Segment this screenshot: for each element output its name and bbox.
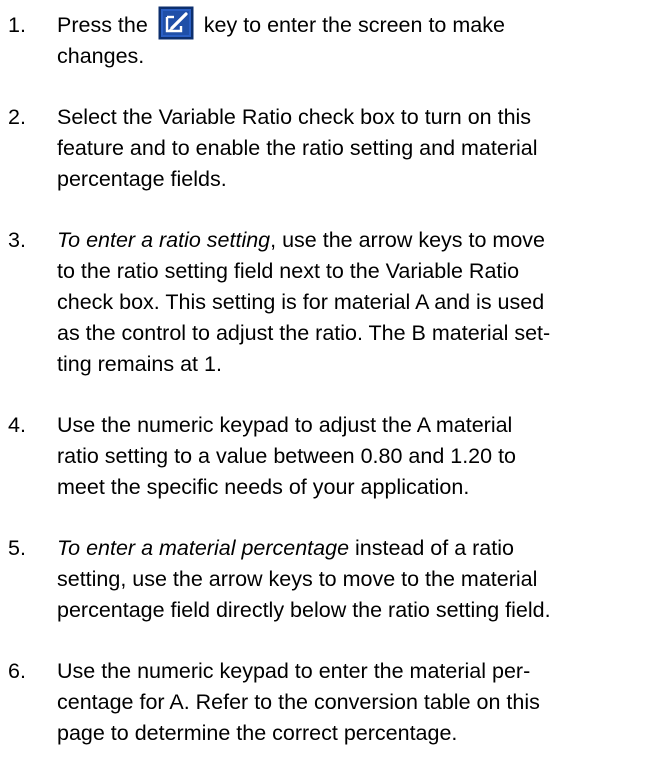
step-1-prefix: Press the bbox=[57, 13, 154, 37]
step-text: Use the numeric keypad to enter the mate… bbox=[57, 656, 657, 749]
step-number: 5. bbox=[8, 536, 26, 560]
step-line: page to determine the correct percentage… bbox=[57, 721, 458, 745]
step-lead-rest: , use the arrow keys to move bbox=[270, 228, 545, 252]
step-italic-lead: To enter a material percentage bbox=[57, 536, 350, 560]
step-line: setting, use the arrow keys to move to t… bbox=[57, 567, 538, 591]
step-text: Use the numeric keypad to adjust the A m… bbox=[57, 410, 657, 503]
step-line: ratio setting to a value between 0.80 an… bbox=[57, 444, 516, 468]
step-text: To enter a ratio setting, use the arrow … bbox=[57, 225, 657, 380]
edit-key-icon bbox=[158, 6, 194, 40]
step-line: ting remains at 1. bbox=[57, 352, 222, 376]
step-text: Press the key to enter the screen to mak… bbox=[57, 6, 657, 72]
step-italic-lead: To enter a ratio setting bbox=[57, 228, 271, 252]
step-line: meet the specific needs of your applicat… bbox=[57, 475, 470, 499]
step-line: Press the key to enter the screen to mak… bbox=[57, 6, 657, 41]
step-line: to the ratio setting field next to the V… bbox=[57, 259, 520, 283]
step-line: To enter a ratio setting, use the arrow … bbox=[57, 225, 657, 256]
step-line: changes. bbox=[57, 44, 145, 68]
step-number: 1. bbox=[8, 13, 26, 37]
step-text: Select the Variable Ratio check box to t… bbox=[57, 102, 657, 195]
step-line: To enter a material percentage instead o… bbox=[57, 533, 657, 564]
step-line: percentage field directly below the rati… bbox=[57, 598, 551, 622]
step-line: as the control to adjust the ratio. The … bbox=[57, 321, 551, 345]
step-text: To enter a material percentage instead o… bbox=[57, 533, 657, 626]
step-lead-rest: instead of a ratio bbox=[349, 536, 514, 560]
step-line: check box. This setting is for material … bbox=[57, 290, 545, 314]
step-line: percentage fields. bbox=[57, 167, 227, 191]
step-number: 2. bbox=[8, 105, 26, 129]
step-1-suffix: key to enter the screen to make bbox=[197, 13, 505, 37]
step-line: Use the numeric keypad to enter the mate… bbox=[57, 659, 531, 683]
step-line: Select the Variable Ratio check box to t… bbox=[57, 105, 532, 129]
step-number: 4. bbox=[8, 413, 26, 437]
step-number: 3. bbox=[8, 228, 26, 252]
step-line: centage for A. Refer to the conversion t… bbox=[57, 690, 540, 714]
step-line: Use the numeric keypad to adjust the A m… bbox=[57, 413, 513, 437]
step-number: 6. bbox=[8, 659, 26, 683]
step-line: feature and to enable the ratio setting … bbox=[57, 136, 538, 160]
